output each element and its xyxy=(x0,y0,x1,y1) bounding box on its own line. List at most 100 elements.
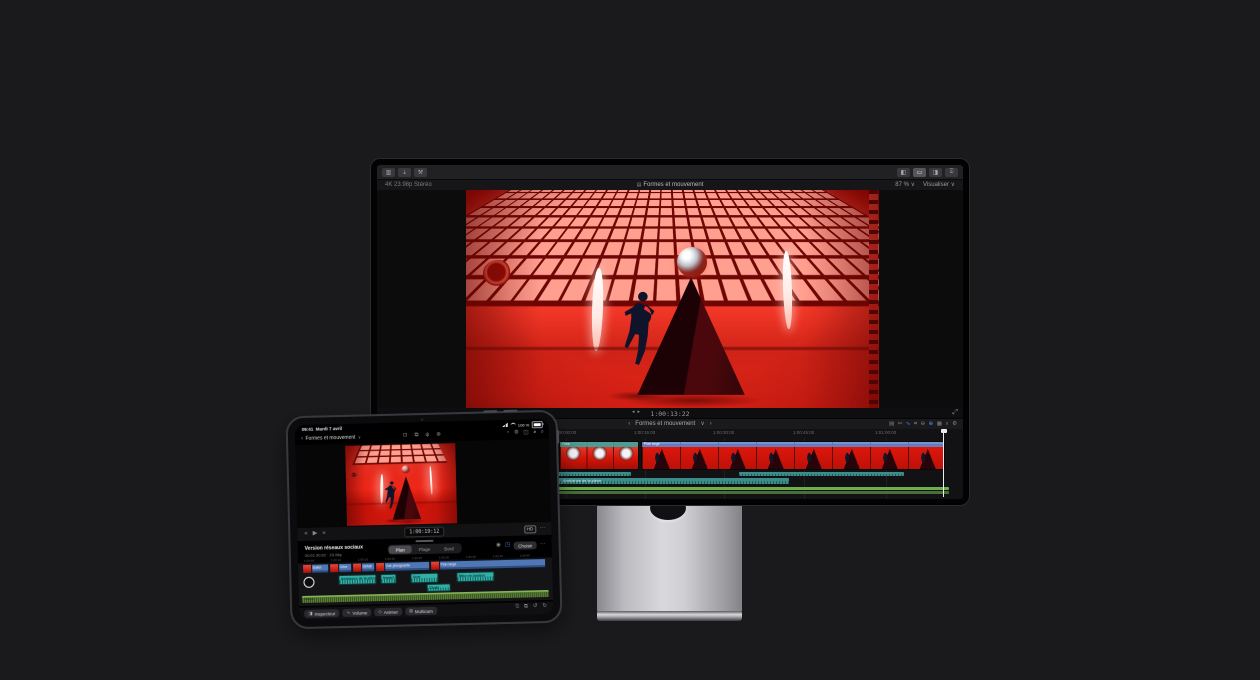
timeline-audio-clip[interactable] xyxy=(739,472,904,476)
skip-back-icon[interactable]: « xyxy=(304,530,307,536)
viewer-title: ▤Formes et mouvement xyxy=(377,182,963,188)
share-icon[interactable]: ⍐ xyxy=(945,168,958,177)
lock-icon[interactable]: ⊡ xyxy=(403,433,408,439)
segment-plan[interactable]: Plan xyxy=(389,545,412,554)
zoom-level-menu[interactable]: 87 % ∨ xyxy=(895,182,915,188)
layout-icon[interactable]: ◫ xyxy=(523,430,528,436)
mic-icon[interactable]: ψ xyxy=(425,432,429,438)
ipad-video-clip[interactable]: Orbe xyxy=(329,563,352,574)
ipad-video-clip[interactable]: Ballet xyxy=(302,563,329,574)
ipad-video-clip[interactable]: Vue plongeante xyxy=(375,561,430,572)
stacks-icon[interactable]: ⧉ xyxy=(414,433,418,439)
overlay-icon[interactable]: ◳ xyxy=(505,543,510,549)
ruler-tick-label: 1:00:15 xyxy=(358,557,368,561)
trash-icon[interactable]: ⍉ xyxy=(516,605,519,611)
toolbar-button-label: Multicam xyxy=(415,608,433,613)
tools-icon[interactable]: ⚒ xyxy=(414,168,427,177)
snap-icon[interactable]: ⌗ xyxy=(914,422,917,428)
animer-button[interactable]: ◇Animer xyxy=(374,608,402,617)
quality-badge[interactable]: HD xyxy=(524,525,536,533)
status-time-date: 09:41 Mardi 7 avril xyxy=(302,426,342,432)
skip-forward-icon[interactable]: » xyxy=(322,530,325,536)
ipad: 09:41 Mardi 7 avril 100 % ‹ Formes et mo… xyxy=(285,410,562,630)
audio-waveform xyxy=(381,579,395,583)
multicam-button[interactable]: ⊞Multicam xyxy=(405,607,437,616)
ipad-video-frame-red-room xyxy=(345,443,457,526)
ipad-timecode[interactable]: 1:00:19:12 xyxy=(404,527,444,538)
settings-icon[interactable]: ⚙ xyxy=(514,430,519,436)
prev-project-button[interactable]: ‹ xyxy=(628,421,630,427)
remove-icon[interactable]: ⊗ xyxy=(436,432,441,438)
volume-button[interactable]: ∿Volume xyxy=(342,608,371,617)
fcp-ipad-app: 09:41 Mardi 7 avril 100 % ‹ Formes et mo… xyxy=(295,419,554,620)
segment-plage[interactable]: Plage xyxy=(412,545,438,554)
vignette xyxy=(345,443,457,526)
playhead[interactable] xyxy=(943,429,944,497)
cellular-icon xyxy=(502,423,508,427)
clip-thumbnail xyxy=(431,562,440,570)
toolbar-button-label: Inspecteur xyxy=(314,611,335,617)
ipad-video-clip[interactable]: Plan large xyxy=(430,558,546,571)
header-more-button[interactable]: ⋯ xyxy=(540,542,546,548)
ipad-audio-clip[interactable]: Ambiance de la pièce xyxy=(338,574,376,585)
fullscreen-icon[interactable]: ⤢ xyxy=(952,409,958,416)
toolbar-button-label: Animer xyxy=(384,609,398,614)
ruler-tick-label: 1:00:40 xyxy=(493,554,503,558)
ipad-audio-clip[interactable]: Mise en lumière xyxy=(456,571,494,582)
play-icon[interactable]: ▶ xyxy=(313,530,318,536)
audio-waveform xyxy=(411,578,437,583)
timeline-project-title[interactable]: Formes et mouvement xyxy=(635,421,695,427)
timeline-video-clip[interactable]: Plan large xyxy=(641,441,945,470)
marketing-scene: ▥⇣⚒ ◧▭◨⍐ 4K 23.98p Stéréo ▤Formes et mou… xyxy=(0,0,1260,680)
browser-pane-icon[interactable]: ◧ xyxy=(897,168,910,177)
battery-percent: 100 % xyxy=(518,422,529,427)
volume-icon: ∿ xyxy=(346,611,350,616)
redo-icon[interactable]: ↻ xyxy=(542,604,547,610)
ipad-video-clip[interactable]: Détail xyxy=(352,562,375,573)
choose-button[interactable]: Choisir xyxy=(514,541,536,550)
audio-waveform xyxy=(428,587,450,591)
timer-icon[interactable]: ◔ xyxy=(506,430,509,436)
zoom-out-icon[interactable]: ⊖ xyxy=(921,422,926,428)
clip-thumbnail xyxy=(353,564,362,572)
ruler-tick-label: 1:00:45:00 xyxy=(793,430,814,435)
ipad-audio-clip[interactable]: Impact xyxy=(380,574,396,584)
undo-icon[interactable]: ↺ xyxy=(533,604,538,610)
audio-meter-icon[interactable]: ∿ xyxy=(906,422,911,428)
volume-button xyxy=(503,410,517,412)
segment-bord[interactable]: Bord xyxy=(437,544,461,553)
zoom-icon[interactable]: ⌕ xyxy=(541,430,544,436)
index-icon[interactable]: ▤ xyxy=(889,422,894,428)
duplicate-icon[interactable]: ⧉ xyxy=(524,604,528,610)
inspecteur-button[interactable]: ◨Inspecteur xyxy=(304,609,339,618)
edit-mode-segmented-control[interactable]: PlanPlageBord xyxy=(388,543,462,555)
eye-icon[interactable]: ◉ xyxy=(496,543,501,549)
chevron-down-icon: ∨ xyxy=(911,182,915,188)
ipad-audio-clip[interactable]: Chute xyxy=(427,583,451,592)
transport-more-button[interactable]: ⋯ xyxy=(540,526,546,532)
clip-name-label: Plan large xyxy=(441,562,457,566)
inspector-pane-icon[interactable]: ◨ xyxy=(929,168,942,177)
battery-icon xyxy=(532,421,543,428)
next-project-button[interactable]: › xyxy=(710,421,712,427)
audio-clip-label: Ambiance de la pièce xyxy=(563,478,601,483)
import-icon[interactable]: ⇣ xyxy=(398,168,411,177)
chevron-down-icon: ∨ xyxy=(951,182,955,188)
wifi-icon xyxy=(510,422,515,427)
view-menu[interactable]: Visualiser ∨ xyxy=(923,182,955,188)
color-icon[interactable]: ◕ xyxy=(533,430,536,436)
ipad-audio-clip[interactable]: Vent xyxy=(410,573,438,584)
zoom-in-icon[interactable]: ⊕ xyxy=(929,422,934,428)
clip-icon: ▤ xyxy=(637,183,642,188)
music-track-label: Thème xyxy=(304,596,314,600)
settings-icon[interactable]: ⚙ xyxy=(952,422,957,428)
clip-name-label: Détail xyxy=(363,564,372,568)
trim-icon[interactable]: ✄ xyxy=(898,422,903,428)
search-icon[interactable]: ⌕ xyxy=(945,422,948,428)
timeline-video-clip[interactable]: Orbe xyxy=(559,441,639,470)
vignette xyxy=(466,190,879,408)
viewer-pane-icon[interactable]: ▭ xyxy=(913,168,926,177)
clip-appearance-icon[interactable]: ▦ xyxy=(937,422,942,428)
ruler-tick-label: 1:00:30 xyxy=(439,555,449,559)
media-browser-icon[interactable]: ▥ xyxy=(382,168,395,177)
